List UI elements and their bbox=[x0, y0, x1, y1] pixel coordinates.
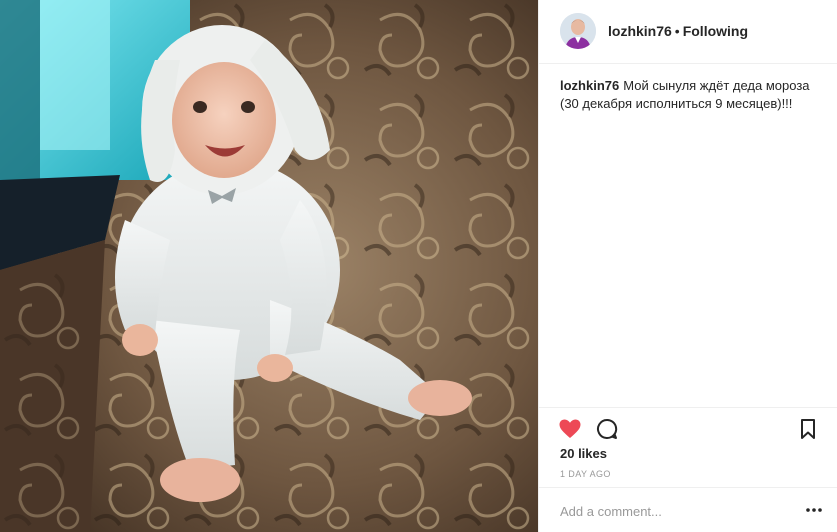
likes-count[interactable]: 20 likes bbox=[560, 446, 607, 461]
bookmark-icon[interactable] bbox=[796, 417, 822, 441]
heart-icon[interactable] bbox=[558, 417, 584, 441]
following-button[interactable]: Following bbox=[683, 23, 748, 39]
avatar[interactable] bbox=[560, 13, 596, 49]
caption-username[interactable]: lozhkin76 bbox=[560, 78, 619, 93]
post-header: lozhkin76 • Following bbox=[539, 0, 837, 64]
post-caption: lozhkin76 Мой сынуля ждёт деда мороза (30… bbox=[560, 77, 825, 113]
action-bar bbox=[539, 407, 837, 447]
comment-bar bbox=[539, 487, 837, 532]
comment-icon[interactable] bbox=[595, 417, 621, 441]
separator-dot: • bbox=[674, 23, 680, 39]
comment-input[interactable] bbox=[560, 500, 790, 522]
header-line: lozhkin76 • Following bbox=[608, 23, 748, 39]
username-link[interactable]: lozhkin76 bbox=[608, 23, 672, 39]
more-options-icon[interactable] bbox=[805, 503, 823, 517]
post-photo[interactable] bbox=[0, 0, 538, 532]
post-details-panel: lozhkin76 • Following lozhkin76 Мой сынуля … bbox=[538, 0, 837, 532]
post-timestamp[interactable]: 1 DAY AGO bbox=[560, 469, 611, 479]
